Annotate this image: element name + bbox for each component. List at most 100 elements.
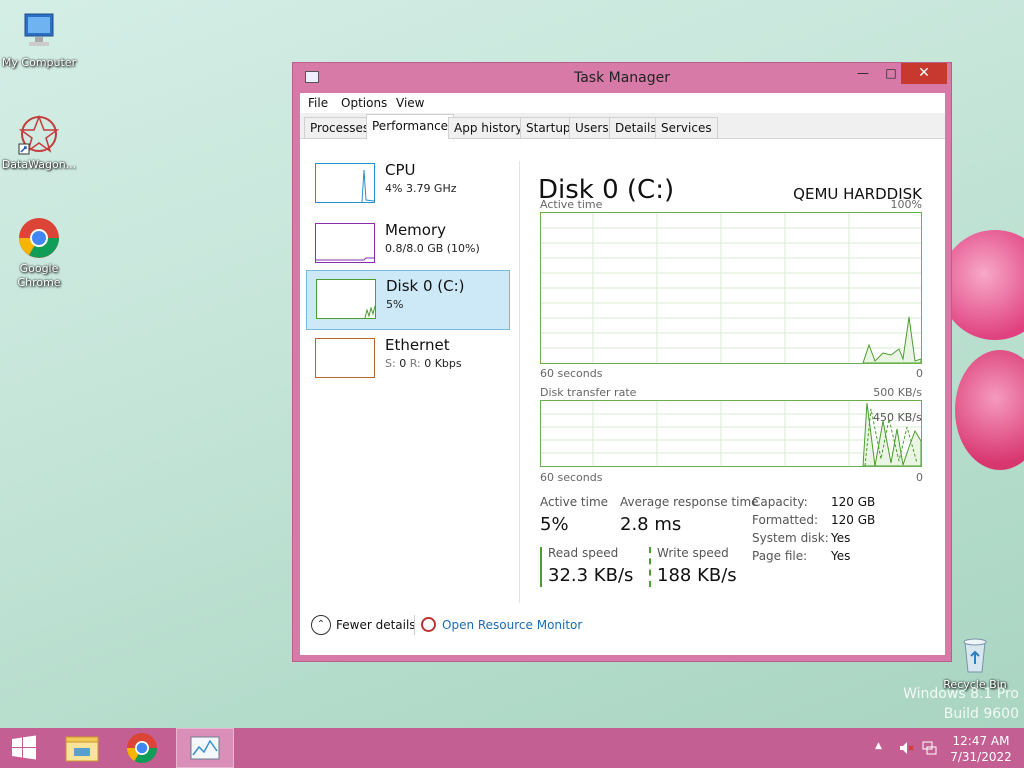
window-footer: ⌃ Fewer details Open Resource Monitor	[300, 595, 945, 655]
resource-subtitle: S: 0 R: 0 Kbps	[385, 357, 462, 370]
active-time-value: 5%	[540, 514, 569, 535]
active-time-chart-max: 100%	[890, 198, 922, 211]
transfer-rate-chart-label: Disk transfer rate	[540, 386, 637, 399]
menu-options[interactable]: Options	[341, 96, 387, 110]
wallpaper-flower	[940, 230, 1024, 340]
title-bar[interactable]: Task Manager — □ ✕	[293, 63, 951, 93]
chrome-icon	[127, 733, 157, 764]
footer-separator	[414, 615, 415, 635]
resource-subtitle: 4% 3.79 GHz	[385, 182, 457, 195]
read-speed-value: 32.3 KB/s	[548, 565, 634, 586]
fewer-details-link[interactable]: Fewer details	[336, 618, 416, 632]
resource-item-cpu[interactable]: CPU 4% 3.79 GHz	[306, 155, 510, 215]
desktop-icon-label: DataWagon...	[1, 158, 77, 171]
active-time-x-right: 0	[916, 367, 923, 380]
transfer-rate-x-left: 60 seconds	[540, 471, 603, 484]
speaker-muted-icon[interactable]	[898, 740, 914, 756]
taskbar: ▲ 12:47 AM 7/31/2022	[0, 728, 1024, 768]
pane-divider	[519, 161, 520, 603]
computer-icon	[17, 10, 61, 54]
close-button[interactable]: ✕	[901, 63, 947, 84]
minimize-button[interactable]: —	[849, 63, 877, 84]
active-time-chart	[540, 212, 922, 364]
tray-chevron-up-icon[interactable]: ▲	[875, 741, 882, 751]
taskbar-file-explorer[interactable]	[56, 728, 108, 768]
tab-performance[interactable]: Performance	[366, 114, 455, 140]
active-time-x-left: 60 seconds	[540, 367, 603, 380]
transfer-rate-chart	[540, 400, 922, 467]
cpu-thumbnail	[315, 163, 375, 203]
send-label: S:	[385, 357, 396, 370]
page-file-label: Page file:	[752, 549, 808, 563]
disk-thumbnail	[316, 279, 376, 319]
watermark-line2: Build 9600	[943, 706, 1019, 722]
write-speed-indicator	[649, 547, 651, 587]
datawagon-icon	[17, 112, 61, 156]
clock-time[interactable]: 12:47 AM	[943, 734, 1019, 748]
chrome-icon	[17, 216, 61, 260]
system-disk-label: System disk:	[752, 531, 829, 545]
system-disk-value: Yes	[831, 531, 851, 545]
tab-strip: Processes Performance App history Startu…	[300, 113, 945, 140]
resource-monitor-icon[interactable]	[421, 617, 436, 632]
formatted-label: Formatted:	[752, 513, 819, 527]
write-speed-value: 188 KB/s	[657, 565, 737, 586]
open-resource-monitor-link[interactable]: Open Resource Monitor	[442, 618, 582, 632]
resource-title: CPU	[385, 161, 416, 179]
ethernet-thumbnail	[315, 338, 375, 378]
task-manager-icon	[190, 736, 220, 760]
start-button[interactable]	[0, 728, 48, 768]
read-speed-label: Read speed	[548, 546, 619, 560]
desktop-icon-google-chrome[interactable]: Google Chrome	[0, 216, 78, 290]
write-speed-label: Write speed	[657, 546, 729, 560]
windows-logo-icon	[12, 735, 36, 760]
wallpaper-flower-2	[955, 350, 1024, 470]
transfer-rate-chart-max: 500 KB/s	[873, 386, 922, 399]
watermark-line1: Windows 8.1 Pro	[903, 686, 1019, 702]
tab-users[interactable]: Users	[569, 117, 615, 139]
formatted-value: 120 GB	[831, 513, 876, 527]
tab-services[interactable]: Services	[655, 117, 718, 139]
receive-value: 0 Kbps	[424, 357, 462, 370]
desktop-icon-label: Google Chrome	[17, 262, 61, 289]
taskbar-chrome[interactable]	[116, 728, 168, 768]
resource-item-disk[interactable]: Disk 0 (C:) 5%	[306, 270, 510, 330]
windows-watermark: Windows 8.1 Pro Build 9600	[903, 686, 1019, 722]
menu-bar: File Options View	[300, 93, 945, 113]
resource-item-ethernet[interactable]: Ethernet S: 0 R: 0 Kbps	[306, 330, 510, 390]
desktop-icon-my-computer[interactable]: My Computer	[0, 10, 78, 70]
chevron-up-icon[interactable]: ⌃	[311, 615, 331, 635]
capacity-label: Capacity:	[752, 495, 808, 509]
resource-title: Memory	[385, 221, 447, 239]
menu-view[interactable]: View	[396, 96, 424, 110]
active-time-chart-graph	[541, 213, 922, 364]
resource-subtitle: 0.8/8.0 GB (10%)	[385, 242, 480, 255]
desktop-icon-label: My Computer	[1, 56, 77, 69]
resource-subtitle: 5%	[386, 298, 404, 311]
capacity-value: 120 GB	[831, 495, 876, 509]
memory-thumbnail	[315, 223, 375, 263]
tab-app-history[interactable]: App history	[448, 117, 529, 139]
send-value: 0	[399, 357, 407, 370]
active-time-label: Active time	[540, 495, 609, 509]
page-file-value: Yes	[831, 549, 851, 563]
resource-item-memory[interactable]: Memory 0.8/8.0 GB (10%)	[306, 215, 510, 275]
desktop-icon-datawagon[interactable]: DataWagon...	[0, 112, 78, 172]
folder-icon	[65, 736, 99, 762]
active-time-chart-label: Active time	[540, 198, 603, 211]
clock-date[interactable]: 7/31/2022	[943, 750, 1019, 764]
task-manager-window: Task Manager — □ ✕ File Options View Pro…	[292, 62, 952, 662]
menu-file[interactable]: File	[308, 96, 328, 110]
transfer-rate-chart-graph	[541, 401, 922, 467]
resource-title: Ethernet	[385, 336, 450, 354]
window-client-area: File Options View Processes Performance …	[300, 93, 945, 655]
avg-response-label: Average response time	[620, 495, 759, 509]
tab-processes[interactable]: Processes	[304, 117, 376, 139]
recycle-bin-icon	[953, 632, 997, 676]
read-speed-indicator	[540, 547, 542, 587]
avg-response-value: 2.8 ms	[620, 514, 682, 535]
taskbar-task-manager[interactable]	[176, 728, 234, 768]
network-icon[interactable]	[921, 740, 937, 756]
transfer-rate-inner-label: 450 KB/s	[873, 411, 922, 424]
resource-title: Disk 0 (C:)	[386, 277, 465, 295]
